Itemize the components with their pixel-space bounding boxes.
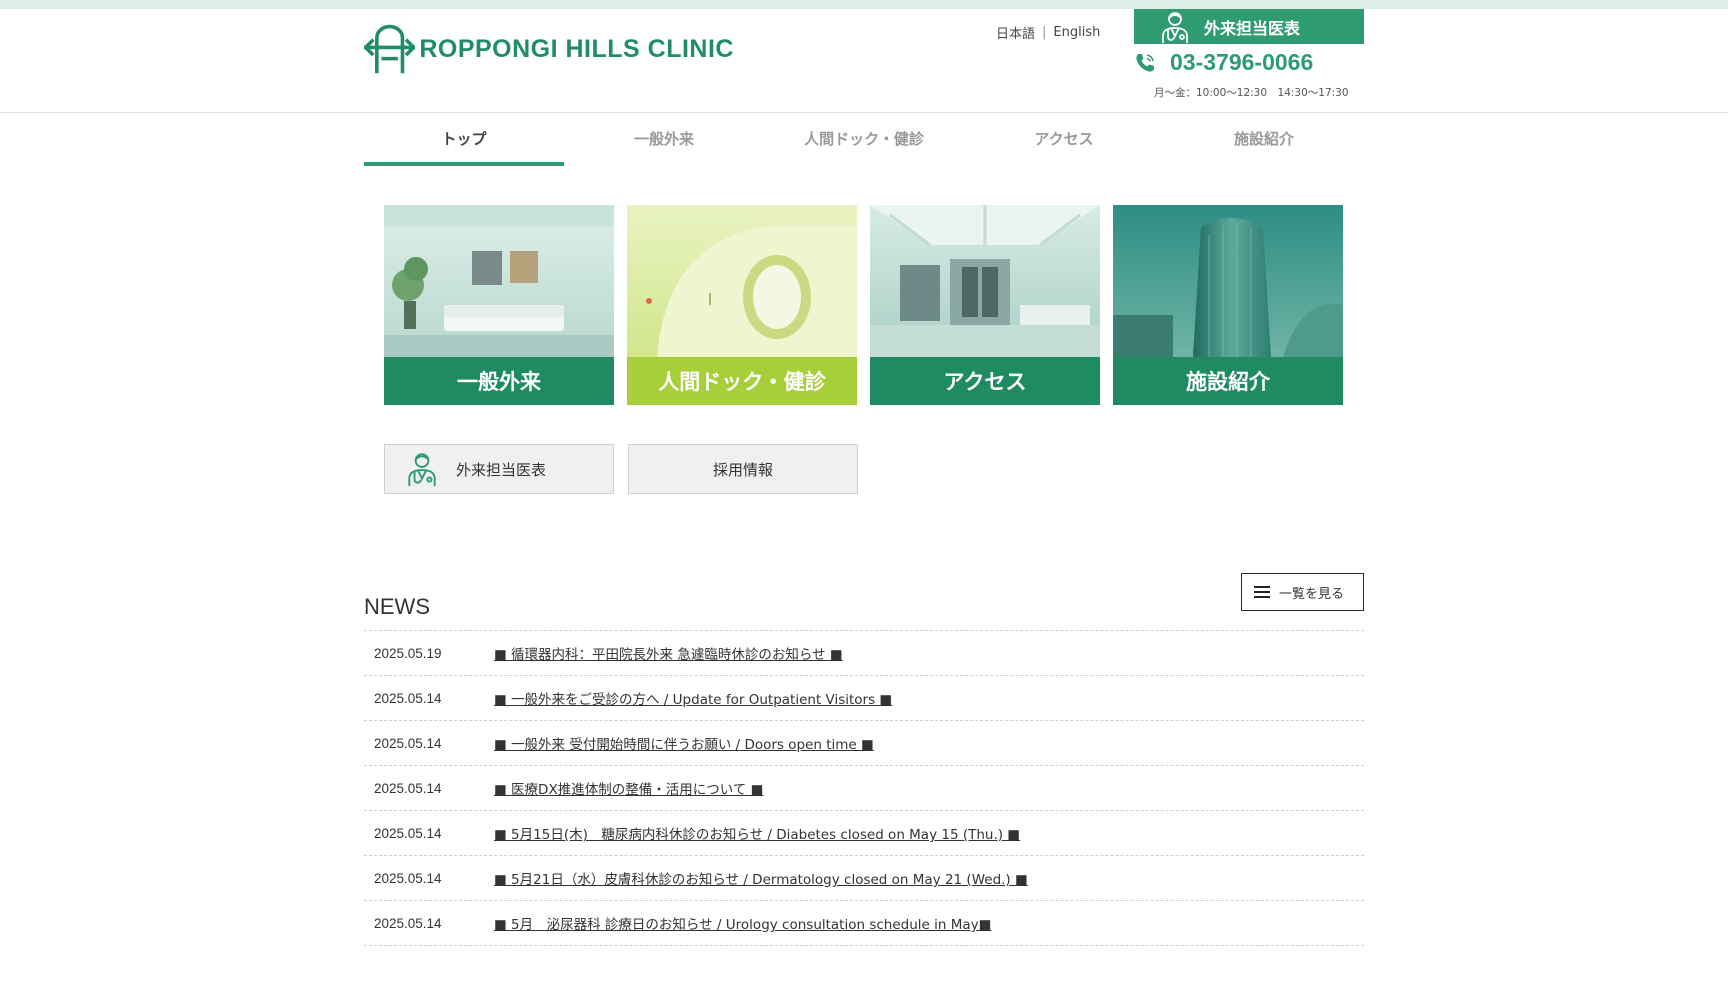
- view-all-news-label: 一覧を見る: [1279, 586, 1345, 602]
- tile-health-checkup-label: 人間ドック・健診: [627, 357, 857, 405]
- tile-access[interactable]: アクセス: [870, 205, 1100, 405]
- news-item: 2025.05.14 ■ 一般外来をご受診の方へ / Update for Ou…: [364, 676, 1364, 721]
- news-item: 2025.05.14 ■ 一般外来 受付開始時間に伴うお願い / Doors o…: [364, 721, 1364, 766]
- news-link[interactable]: ■ 5月21日（水）皮膚科休診のお知らせ / Dermatology close…: [494, 868, 1028, 888]
- news-date: 2025.05.14: [374, 825, 442, 841]
- doctor-schedule-link-label: 外来担当医表: [456, 460, 547, 479]
- top-accent-bar: [0, 0, 1728, 9]
- nav-item-facility[interactable]: 施設紹介: [1164, 114, 1364, 166]
- lang-japanese-link[interactable]: 日本語: [996, 23, 1035, 42]
- service-tiles: 一般外来 人間ドック・健診 アクセス 施設紹介: [384, 205, 1343, 405]
- nav-item-access[interactable]: アクセス: [964, 114, 1164, 166]
- news-item: 2025.05.14 ■ 5月15日(木) 糖尿病内科休診のお知らせ / Dia…: [364, 811, 1364, 856]
- clinic-logo[interactable]: ROPPONGI HILLS CLINIC: [364, 19, 734, 79]
- main-navigation: トップ 一般外来 人間ドック・健診 アクセス 施設紹介: [364, 114, 1364, 166]
- lang-english-link[interactable]: English: [1053, 25, 1100, 40]
- recruitment-link-label: 採用情報: [712, 460, 773, 479]
- site-header: ROPPONGI HILLS CLINIC 日本語 | English 外来担当…: [0, 9, 1728, 113]
- tile-facility-label: 施設紹介: [1113, 357, 1343, 405]
- doctor-schedule-label: 外来担当医表: [1204, 18, 1301, 38]
- opening-hours: 月～金：10:00～12:30 14:30～17:30: [1154, 87, 1349, 99]
- nav-item-health-checkup[interactable]: 人間ドック・健診: [764, 114, 964, 166]
- phone-number: 03-3796-0066: [1170, 49, 1314, 75]
- news-link[interactable]: ■ 一般外来をご受診の方へ / Update for Outpatient Vi…: [494, 688, 892, 708]
- news-link[interactable]: ■ 一般外来 受付開始時間に伴うお願い / Doors open time ■: [494, 733, 874, 753]
- menu-icon: [1254, 586, 1270, 598]
- news-date: 2025.05.14: [374, 915, 442, 931]
- news-heading: NEWS: [364, 594, 430, 619]
- tile-general-outpatient-label: 一般外来: [384, 357, 614, 405]
- news-link[interactable]: ■ 医療DX推進体制の整備・活用について ■: [494, 778, 763, 798]
- language-switcher: 日本語 | English: [996, 23, 1100, 42]
- nav-item-general-outpatient[interactable]: 一般外来: [564, 114, 764, 166]
- lobby-photo: [870, 205, 1100, 357]
- doctor-schedule-link[interactable]: 外来担当医表: [384, 444, 614, 494]
- news-item: 2025.05.14 ■ 5月 泌尿器科 診療日のお知らせ / Urology …: [364, 901, 1364, 946]
- news-link[interactable]: ■ 循環器内科：平田院長外来 急遽臨時休診のお知らせ ■: [494, 643, 843, 663]
- lang-separator: |: [1042, 25, 1047, 40]
- tile-access-label: アクセス: [870, 357, 1100, 405]
- clinic-logo-icon: [364, 24, 416, 74]
- news-item: 2025.05.19 ■ 循環器内科：平田院長外来 急遽臨時休診のお知らせ ■: [364, 631, 1364, 676]
- news-date: 2025.05.14: [374, 735, 442, 751]
- doctor-schedule-button[interactable]: 外来担当医表: [1134, 9, 1364, 44]
- news-date: 2025.05.14: [374, 780, 442, 796]
- news-item: 2025.05.14 ■ 医療DX推進体制の整備・活用について ■: [364, 766, 1364, 811]
- doctor-icon: [1162, 11, 1188, 43]
- news-list: 2025.05.19 ■ 循環器内科：平田院長外来 急遽臨時休診のお知らせ ■ …: [364, 630, 1364, 946]
- tile-general-outpatient[interactable]: 一般外来: [384, 205, 614, 405]
- tile-health-checkup[interactable]: 人間ドック・健診: [627, 205, 857, 405]
- secondary-buttons: 外来担当医表 採用情報: [384, 444, 858, 494]
- news-link[interactable]: ■ 5月 泌尿器科 診療日のお知らせ / Urology consultatio…: [494, 913, 991, 933]
- tile-facility[interactable]: 施設紹介: [1113, 205, 1343, 405]
- ct-scanner-photo: [627, 205, 857, 357]
- news-date: 2025.05.14: [374, 870, 442, 886]
- news-link[interactable]: ■ 5月15日(木) 糖尿病内科休診のお知らせ / Diabetes close…: [494, 823, 1020, 843]
- waiting-room-photo: [384, 205, 614, 357]
- news-item: 2025.05.14 ■ 5月21日（水）皮膚科休診のお知らせ / Dermat…: [364, 856, 1364, 901]
- view-all-news-button[interactable]: 一覧を見る: [1241, 573, 1364, 611]
- news-date: 2025.05.19: [374, 645, 442, 661]
- recruitment-link[interactable]: 採用情報: [628, 444, 858, 494]
- phone-icon: [1136, 53, 1154, 72]
- clinic-name: ROPPONGI HILLS CLINIC: [419, 34, 734, 63]
- phone-contact[interactable]: 03-3796-0066: [1134, 49, 1313, 76]
- news-date: 2025.05.14: [374, 690, 442, 706]
- tower-building-photo: [1113, 205, 1343, 357]
- nav-item-top[interactable]: トップ: [364, 114, 564, 166]
- doctor-icon: [408, 453, 436, 486]
